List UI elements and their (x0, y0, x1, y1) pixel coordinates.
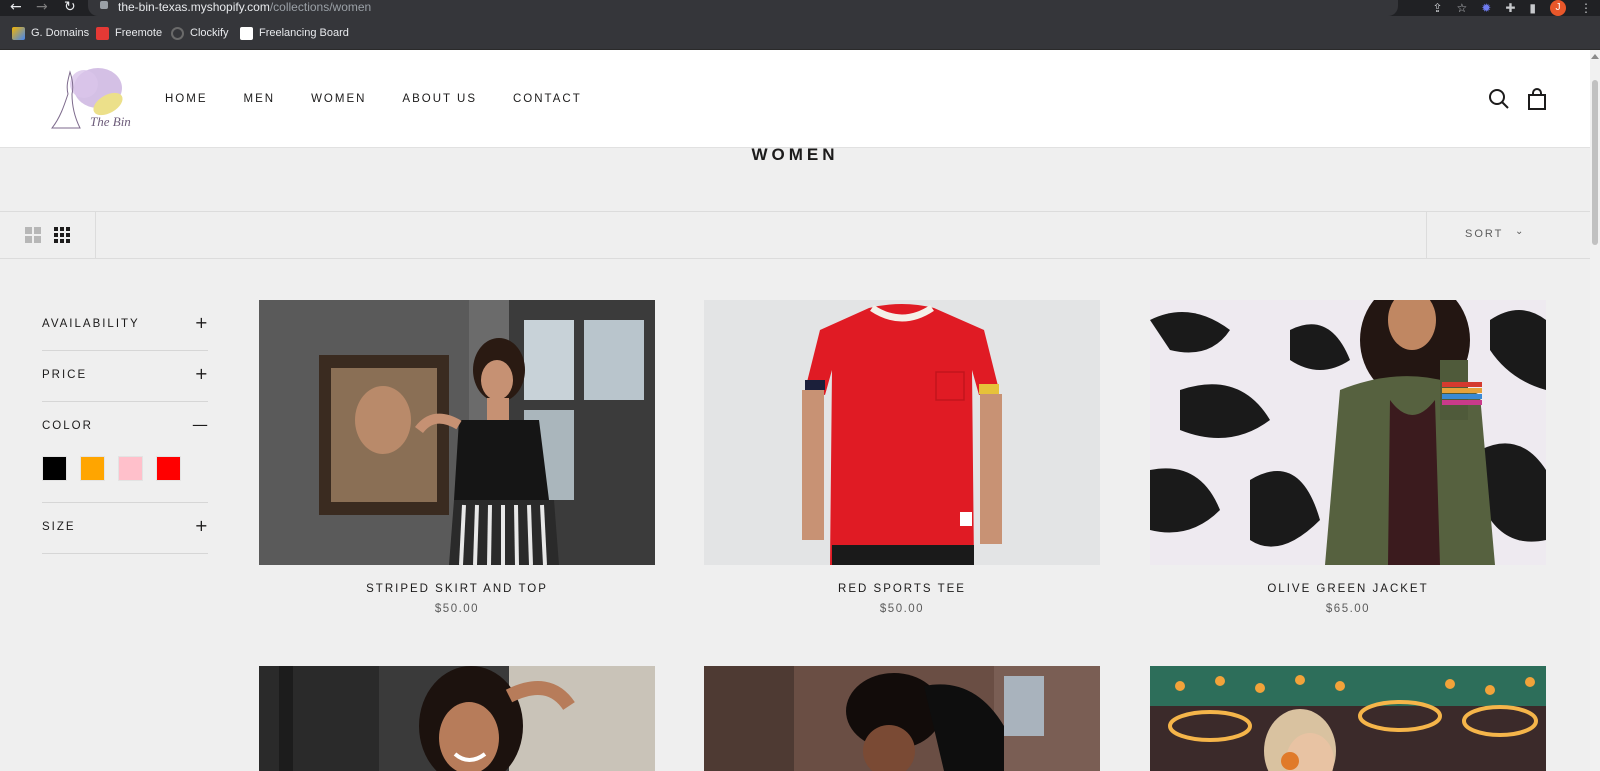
product-image[interactable] (259, 666, 655, 771)
layout-switch (0, 212, 96, 258)
site-header: The Bin HOME MEN WOMEN ABOUT US CONTACT (0, 50, 1590, 148)
profile-avatar[interactable]: J (1550, 0, 1566, 16)
product-card[interactable] (1150, 300, 1546, 565)
product-image[interactable] (259, 300, 655, 565)
page-scrollbar[interactable] (1590, 50, 1600, 771)
product-image[interactable] (704, 666, 1100, 771)
g-domains-icon (12, 26, 25, 40)
bookmark-label: G. Domains (31, 27, 90, 39)
product-image[interactable] (1150, 666, 1546, 771)
logo-flower-icon: The Bin (50, 68, 131, 129)
freemote-icon (96, 26, 109, 40)
cart-bag-icon[interactable] (1526, 88, 1548, 110)
back-icon[interactable]: ← (10, 0, 22, 14)
swatch-black[interactable] (42, 456, 67, 481)
store-logo[interactable]: The Bin (40, 66, 136, 132)
bookmarks-bar: G. Domains Freemote Clockify Freelancing… (0, 16, 1600, 50)
sort-button[interactable]: SORT ⌄ (1426, 212, 1590, 258)
puzzle-icon[interactable]: ✚ (1505, 1, 1515, 15)
menu-icon[interactable]: ⋮ (1580, 1, 1592, 15)
nav-contact[interactable]: CONTACT (513, 93, 582, 105)
collection-title: WOMEN (751, 145, 839, 164)
plus-icon[interactable]: + (195, 313, 208, 332)
swatch-pink[interactable] (118, 456, 143, 481)
product-title[interactable]: RED SPORTS TEE (704, 583, 1100, 595)
clockify-icon (171, 26, 184, 40)
product-card[interactable] (259, 666, 655, 771)
url-host: the-bin-texas.myshopify.com (118, 0, 270, 14)
filter-label: COLOR (42, 420, 93, 432)
sort-label: SORT (1465, 228, 1504, 240)
browser-actions: ⇪ ☆ ✹ ✚ ▮ J ⋮ (1432, 0, 1592, 16)
product-price: $65.00 (1325, 603, 1371, 615)
product-card[interactable] (259, 300, 655, 565)
swatch-red[interactable] (156, 456, 181, 481)
product-image[interactable] (704, 300, 1100, 565)
product-title[interactable]: STRIPED SKIRT AND TOP (259, 583, 655, 595)
nav-home[interactable]: HOME (165, 93, 208, 105)
bookmark-freelancing-board[interactable]: Freelancing Board (240, 25, 349, 41)
bookmark-label: Freelancing Board (259, 27, 349, 39)
product-card[interactable] (704, 666, 1100, 771)
browser-toolbar: ← → ↻ the-bin-texas.myshopify.com/collec… (0, 0, 1600, 16)
bookmark-freemote[interactable]: Freemote (96, 25, 162, 41)
scroll-up-arrow-icon[interactable] (1591, 54, 1599, 59)
filter-availability[interactable]: AVAILABILITY + (42, 300, 208, 351)
share-icon[interactable]: ⇪ (1432, 1, 1442, 15)
forward-icon[interactable]: → (36, 0, 48, 14)
bookmark-label: Clockify (190, 27, 229, 39)
url-path: /collections/women (269, 0, 372, 14)
search-icon[interactable] (1488, 88, 1510, 110)
minus-icon[interactable]: — (192, 415, 208, 434)
main-nav: HOME MEN WOMEN ABOUT US CONTACT (165, 93, 618, 105)
product-price: $50.00 (434, 603, 480, 615)
filter-color[interactable]: COLOR — (42, 402, 208, 503)
plus-icon[interactable]: + (195, 364, 208, 383)
url-text: the-bin-texas.myshopify.com/collections/… (118, 0, 371, 14)
product-image[interactable] (1150, 300, 1546, 565)
scroll-thumb[interactable] (1592, 80, 1598, 245)
product-card[interactable] (704, 300, 1100, 565)
plus-icon[interactable]: + (195, 516, 208, 535)
nav-women[interactable]: WOMEN (311, 93, 366, 105)
sidepanel-icon[interactable]: ▮ (1529, 1, 1536, 15)
grid-3-columns-icon[interactable] (54, 227, 70, 243)
product-title[interactable]: OLIVE GREEN JACKET (1150, 583, 1546, 595)
color-swatches (42, 456, 181, 481)
filter-label: AVAILABILITY (42, 318, 140, 330)
nav-about-us[interactable]: ABOUT US (402, 93, 477, 105)
filter-label: PRICE (42, 369, 88, 381)
swatch-orange[interactable] (80, 456, 105, 481)
trello-icon (240, 26, 253, 40)
reload-icon[interactable]: ↻ (64, 0, 76, 14)
product-price: $50.00 (879, 603, 925, 615)
filters-sidebar: AVAILABILITY + PRICE + COLOR — SIZE + (42, 300, 208, 554)
address-bar[interactable]: the-bin-texas.myshopify.com/collections/… (88, 0, 1398, 16)
filter-price[interactable]: PRICE + (42, 351, 208, 402)
star-icon[interactable]: ☆ (1457, 1, 1468, 15)
bookmark-label: Freemote (115, 27, 163, 39)
product-card[interactable] (1150, 666, 1546, 771)
filter-size[interactable]: SIZE + (42, 503, 208, 554)
bookmark-g-domains[interactable]: G. Domains (12, 25, 89, 41)
collection-toolbar: SORT ⌄ (0, 211, 1590, 259)
nav-men[interactable]: MEN (244, 93, 276, 105)
lock-icon (100, 1, 108, 9)
filter-label: SIZE (42, 521, 76, 533)
grid-2-columns-icon[interactable] (25, 227, 41, 243)
svg-text:The Bin: The Bin (90, 114, 131, 129)
bookmark-clockify[interactable]: Clockify (171, 25, 229, 41)
extension-gear-icon[interactable]: ✹ (1481, 1, 1491, 15)
chevron-down-icon: ⌄ (1515, 226, 1524, 237)
